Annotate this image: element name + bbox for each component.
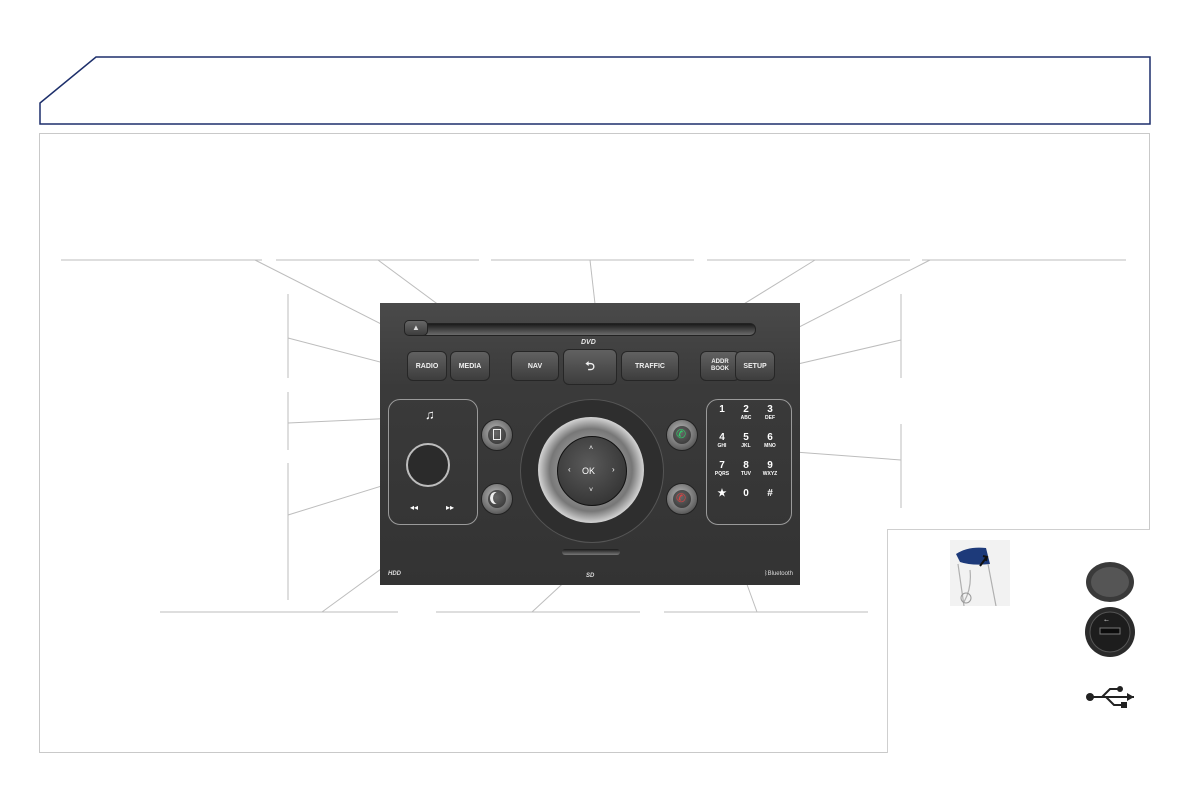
armrest-illustration-icon <box>950 540 1010 606</box>
keypad-digit: 6 <box>767 432 773 443</box>
traffic-button[interactable]: TRAFFIC <box>621 351 679 381</box>
svg-text:⭠: ⭠ <box>1104 617 1109 624</box>
back-icon: ⮌ <box>585 358 595 373</box>
keypad-digit: 7 <box>719 460 725 471</box>
down-arrow-icon: ˅ <box>589 487 594 494</box>
setup-button[interactable]: SETUP <box>735 351 775 381</box>
keypad-key[interactable]: 3 DEF <box>759 404 781 422</box>
dvd-logo: DVD <box>581 339 596 346</box>
nav-button[interactable]: NAV <box>511 351 559 381</box>
keypad-key[interactable]: 2 ABC <box>735 404 757 422</box>
music-note-icon[interactable]: ♫ <box>425 407 435 422</box>
keypad-digit: 3 <box>767 404 773 415</box>
nav-label: NAV <box>527 362 543 370</box>
keypad-digit: 1 <box>719 404 725 415</box>
screen-icon <box>493 429 501 440</box>
keypad-letters: JKL <box>741 443 751 449</box>
keypad-letters: ABC <box>740 415 752 421</box>
keypad-key[interactable]: 1 <box>711 405 733 415</box>
phone-answer-icon: ✆ <box>676 427 687 441</box>
sd-logo: SD <box>586 573 595 579</box>
keypad-key[interactable]: 9 WXYZ <box>759 460 781 478</box>
night-mode-button[interactable] <box>481 483 513 515</box>
keypad-key[interactable]: 7 PQRS <box>711 460 733 478</box>
ok-button[interactable]: OK ˄ ˅ ‹ › <box>557 436 627 506</box>
keypad-digit: 9 <box>767 460 773 471</box>
phone-hangup-icon: ✆ <box>676 491 687 505</box>
keypad-digit: 2 <box>743 404 749 415</box>
volume-knob[interactable] <box>406 443 450 487</box>
setup-label: SETUP <box>743 362 767 370</box>
traffic-label: TRAFFIC <box>635 362 665 370</box>
keypad-digit: 4 <box>719 432 725 443</box>
seek-forward-button[interactable]: ▸▸ <box>446 503 454 512</box>
left-arrow-icon: ‹ <box>568 465 571 474</box>
addr-book-label: ADDR BOOK <box>711 359 729 372</box>
keypad-digit: # <box>767 488 773 499</box>
keypad-key[interactable]: 8 TUV <box>735 460 757 478</box>
keypad-letters: PQRS <box>714 471 730 477</box>
keypad-key[interactable]: # <box>759 489 781 499</box>
radio-faceplate: ▲ DVD RADIO MEDIA NAV ⮌ TRAFFIC ADDR BOO… <box>380 303 800 585</box>
keypad-digit: 5 <box>743 432 749 443</box>
right-arrow-icon: › <box>612 465 615 474</box>
hdd-logo: HDD <box>388 571 401 577</box>
bluetooth-label: Bluetooth <box>767 571 793 577</box>
page: ▲ DVD RADIO MEDIA NAV ⮌ TRAFFIC ADDR BOO… <box>0 0 1191 794</box>
sd-card-slot[interactable] <box>562 549 620 555</box>
phone-answer-button[interactable]: ✆ <box>666 419 698 451</box>
keypad-letters: MNO <box>764 443 776 449</box>
moon-icon <box>493 492 503 504</box>
usb-info-box: ⭠ <box>887 529 1150 753</box>
up-arrow-icon: ˄ <box>589 445 594 452</box>
usb-socket-icon: ⭠ <box>1085 562 1135 657</box>
bluetooth-logo: ᛒBluetooth <box>764 571 793 577</box>
keypad-letters: TUV <box>741 471 751 477</box>
usb-symbol-icon <box>1086 686 1134 708</box>
addr-book-button[interactable]: ADDR BOOK <box>700 351 740 381</box>
keypad-key[interactable]: 4 GHI <box>711 432 733 450</box>
disc-slot <box>408 323 756 336</box>
keypad-letters: WXYZ <box>762 471 778 477</box>
seek-back-button[interactable]: ◂◂ <box>410 503 418 512</box>
keypad-key[interactable]: 0 <box>735 489 757 499</box>
phone-hangup-button[interactable]: ✆ <box>666 483 698 515</box>
keypad-digit: 0 <box>743 488 749 499</box>
screen-button[interactable] <box>481 419 513 451</box>
back-button[interactable]: ⮌ <box>563 349 617 385</box>
ok-label: OK <box>582 466 596 476</box>
keypad-key[interactable]: 6 MNO <box>759 432 781 450</box>
keypad-key[interactable]: ★ <box>711 489 733 499</box>
radio-label: RADIO <box>415 362 439 370</box>
eject-icon[interactable]: ▲ <box>404 320 428 336</box>
keypad-digit: 8 <box>743 460 749 471</box>
keypad-key[interactable]: 5 JKL <box>735 432 757 450</box>
keypad-letters: DEF <box>765 415 775 421</box>
keypad-letters: GHI <box>717 443 727 449</box>
media-button[interactable]: MEDIA <box>450 351 490 381</box>
radio-button[interactable]: RADIO <box>407 351 447 381</box>
keypad-digit: ★ <box>717 488 727 499</box>
media-label: MEDIA <box>458 362 482 370</box>
